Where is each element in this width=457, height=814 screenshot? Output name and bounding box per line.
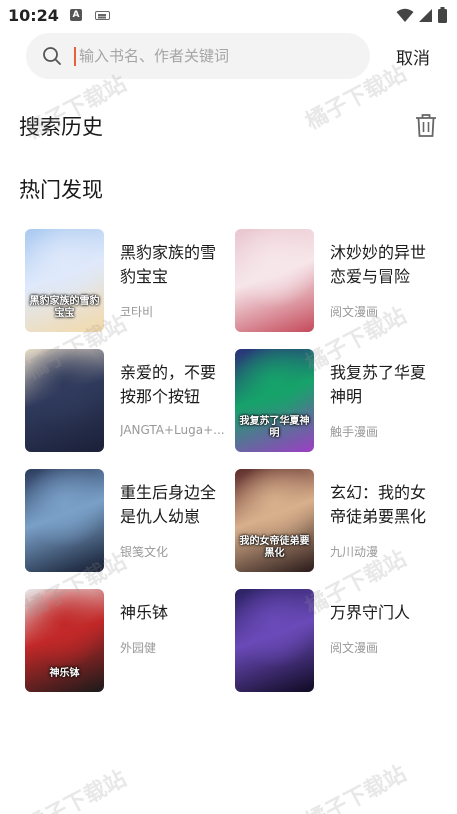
- comic-card[interactable]: 沐妙妙的异世恋爱与冒险 阅文漫画: [235, 229, 445, 349]
- comic-author: 코타비: [120, 305, 154, 319]
- comic-title: 神乐钵: [120, 603, 169, 622]
- search-input[interactable]: [79, 33, 359, 79]
- comic-cover: 我的女帝徒弟要黑化: [235, 469, 314, 572]
- search-page: 10:24 A 取消 搜索历史: [0, 0, 457, 814]
- comic-card[interactable]: 神乐钵 神乐钵 外园健: [25, 589, 235, 709]
- comic-title: 亲爱的，不要按那个按钮: [120, 363, 217, 406]
- comic-title: 我复苏了华夏神明: [330, 363, 427, 406]
- status-bar: 10:24 A: [0, 0, 457, 30]
- comic-cover: 黑豹家族的雪豹宝宝: [25, 229, 104, 332]
- cell-signal-icon: [419, 8, 432, 22]
- search-icon: [43, 47, 61, 65]
- comic-title: 沐妙妙的异世恋爱与冒险: [330, 243, 427, 286]
- comic-cover: [235, 229, 314, 332]
- watermark: 橘子下载站: [301, 761, 411, 814]
- comic-cover: [25, 469, 104, 572]
- comic-grid: 黑豹家族的雪豹宝宝 黑豹家族的雪豹宝宝 코타비 沐妙妙的异世恋爱与冒险 阅文漫画…: [25, 229, 445, 709]
- comic-title: 玄幻：我的女帝徒弟要黑化: [330, 483, 427, 526]
- comic-card[interactable]: 黑豹家族的雪豹宝宝 黑豹家族的雪豹宝宝 코타비: [25, 229, 235, 349]
- status-indicators: [396, 7, 447, 23]
- comic-author: JANGTA+Luga+...: [120, 423, 225, 437]
- comic-author: 九川动漫: [330, 545, 379, 559]
- comic-card[interactable]: 亲爱的，不要按那个按钮 JANGTA+Luga+...: [25, 349, 235, 469]
- status-time: 10:24: [8, 6, 59, 25]
- cover-title: 神乐钵: [49, 668, 80, 679]
- cover-title: 我的女帝徒弟要黑化: [239, 536, 310, 559]
- comic-author: 银笺文化: [120, 545, 169, 559]
- comic-card[interactable]: 我的女帝徒弟要黑化 玄幻：我的女帝徒弟要黑化 九川动漫: [235, 469, 445, 589]
- comic-cover: 我复苏了华夏神明: [235, 349, 314, 452]
- comic-cover: 神乐钵: [25, 589, 104, 692]
- battery-icon: [438, 7, 447, 23]
- comic-author: 阅文漫画: [330, 641, 379, 655]
- comic-cover: [235, 589, 314, 692]
- comic-card[interactable]: 重生后身边全是仇人幼崽 银笺文化: [25, 469, 235, 589]
- comic-cover: [25, 349, 104, 452]
- trash-icon[interactable]: [413, 112, 439, 138]
- search-box[interactable]: [26, 33, 370, 79]
- comic-author: 外园健: [120, 641, 157, 655]
- cover-title: 黑豹家族的雪豹宝宝: [29, 296, 100, 319]
- comic-title: 重生后身边全是仇人幼崽: [120, 483, 217, 526]
- comic-author: 触手漫画: [330, 425, 379, 439]
- hot-discovery-title: 热门发现: [19, 178, 103, 202]
- text-caret: [74, 47, 76, 66]
- wifi-icon: [396, 8, 414, 22]
- notification-a-icon: A: [70, 9, 82, 21]
- cancel-button[interactable]: 取消: [396, 44, 430, 69]
- watermark: 橘子下载站: [21, 766, 131, 814]
- comic-title: 黑豹家族的雪豹宝宝: [120, 243, 217, 286]
- keyboard-icon: [95, 11, 110, 20]
- cover-title: 我复苏了华夏神明: [239, 416, 310, 439]
- comic-card[interactable]: 我复苏了华夏神明 我复苏了华夏神明 触手漫画: [235, 349, 445, 469]
- comic-author: 阅文漫画: [330, 305, 379, 319]
- comic-card[interactable]: 万界守门人 阅文漫画: [235, 589, 445, 709]
- search-history-title: 搜索历史: [19, 115, 103, 139]
- comic-title: 万界守门人: [330, 603, 411, 622]
